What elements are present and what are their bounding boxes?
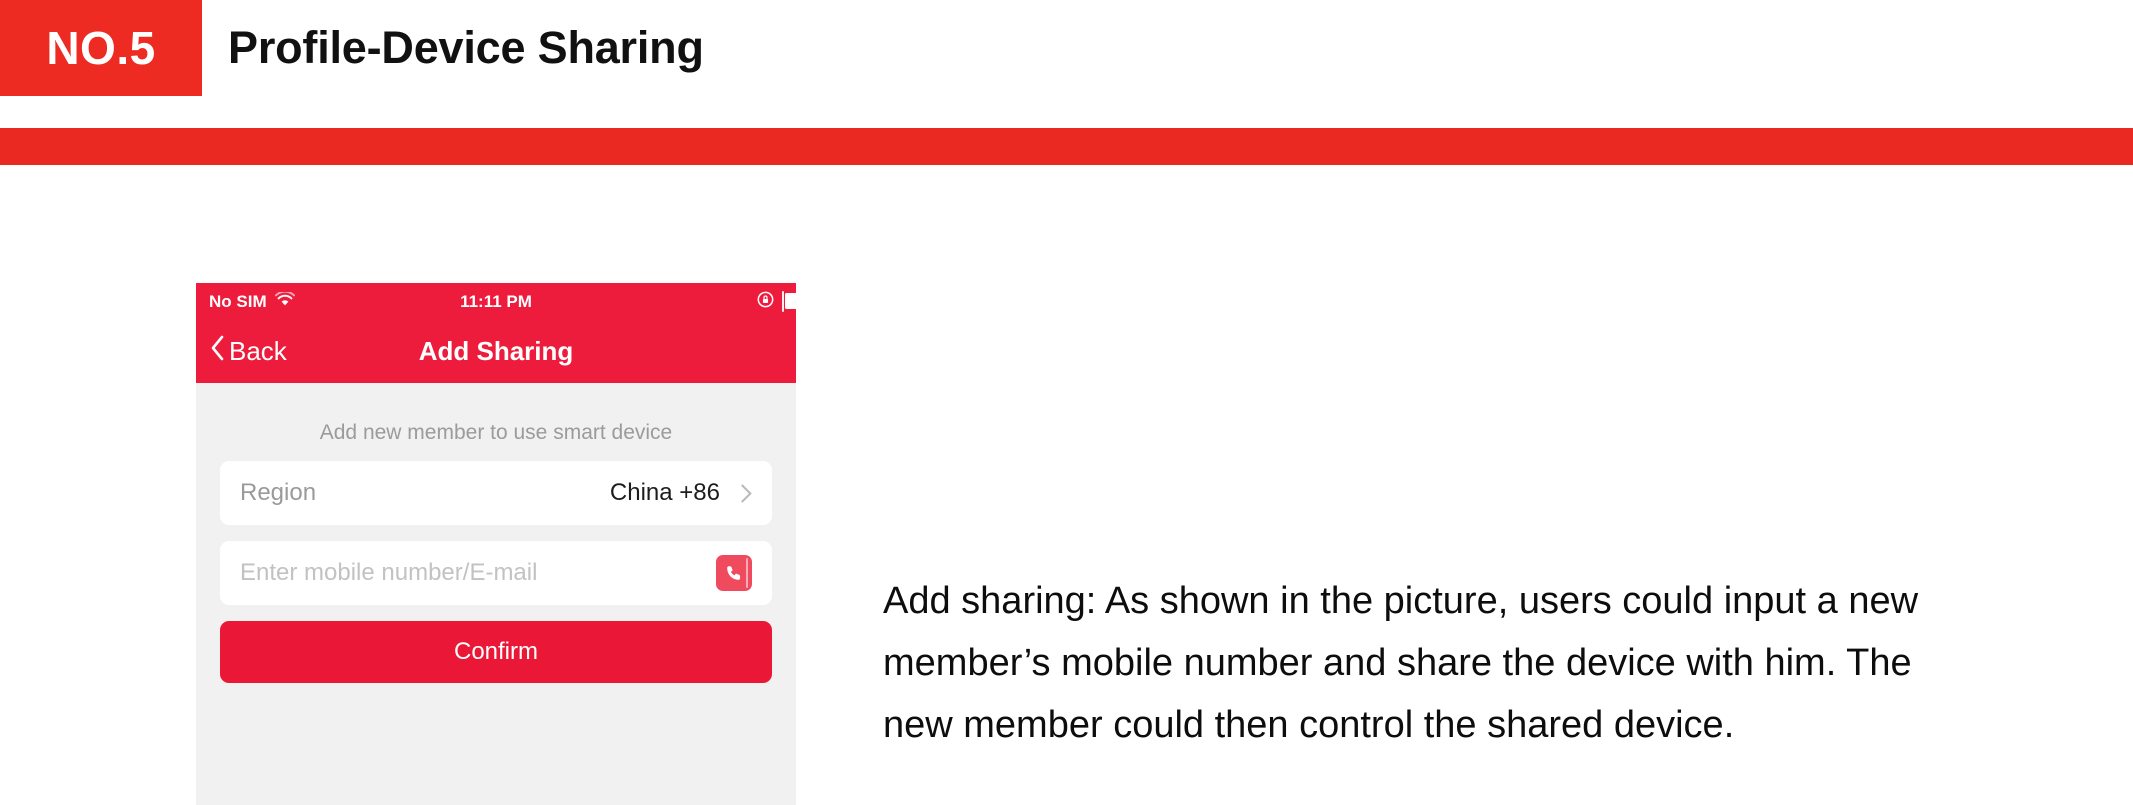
nav-bar-title: Add Sharing — [418, 336, 574, 366]
form-hint-text: Add new member to use smart device — [319, 421, 673, 444]
confirm-button[interactable]: Confirm — [220, 621, 772, 683]
region-row[interactable]: Region China +86 — [220, 461, 772, 525]
slide-number-label: NO.5 — [46, 22, 156, 74]
book-spine-line — [746, 558, 748, 588]
description-text: Add sharing: As shown in the picture, us… — [883, 580, 1919, 746]
phone-nav-bar: Back Add Sharing — [196, 320, 796, 383]
chevron-right-icon — [733, 483, 752, 503]
phone-status-bar: No SIM 11:11 PM — [196, 283, 796, 320]
status-bar-right — [757, 283, 796, 320]
status-bar-clock: 11:11 PM — [460, 291, 532, 311]
slide-header: NO.5 Profile-Device Sharing — [0, 0, 2133, 96]
phone-mockup: No SIM 11:11 PM Back Add Sharing Add new… — [196, 283, 796, 805]
battery-icon — [782, 290, 796, 312]
contacts-phone-book-icon[interactable] — [716, 555, 752, 591]
mobile-number-input[interactable] — [240, 559, 716, 587]
page-title: Profile-Device Sharing — [228, 22, 704, 73]
rotation-lock-icon — [757, 291, 774, 313]
phone-screen-content: Add new member to use smart device Regio… — [196, 383, 796, 805]
mobile-input-row[interactable] — [220, 541, 772, 605]
header-divider-bar — [0, 128, 2133, 165]
region-label: Region — [240, 479, 317, 506]
region-value: China +86 — [609, 479, 720, 506]
slide-number-badge: NO.5 — [0, 0, 202, 96]
